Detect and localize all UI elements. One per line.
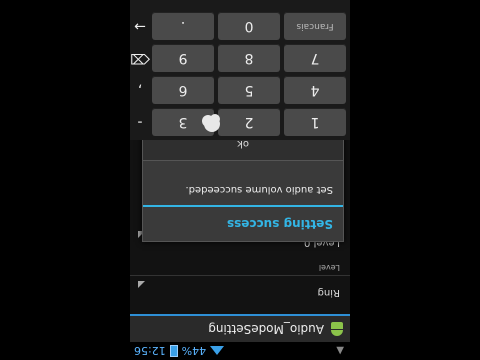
title-bar: Audio_ModeSetting <box>130 314 350 342</box>
backspace-key[interactable]: ⌫ <box>130 44 150 72</box>
section-level: Level <box>318 263 340 272</box>
key-0[interactable]: 0 <box>218 12 280 40</box>
ring-label: Ring <box>317 287 340 298</box>
clock: 12:56 <box>134 344 166 358</box>
android-icon <box>330 322 344 336</box>
success-dialog: Setting success Set audio volume succeed… <box>142 128 344 242</box>
key-comma[interactable]: , <box>130 76 150 104</box>
status-bar: ▲ 44% 12:56 <box>130 342 350 360</box>
enter-key[interactable]: → <box>130 12 150 40</box>
key-4[interactable]: 4 <box>284 76 346 104</box>
app-title: Audio_ModeSetting <box>208 322 324 336</box>
key-minus[interactable]: - <box>130 108 150 136</box>
spinner-indicator <box>138 281 145 288</box>
dialog-message: Set audio volume succeeded. <box>185 184 333 195</box>
key-9[interactable]: 9 <box>152 44 214 72</box>
list-item-ring[interactable]: Ring <box>130 278 350 308</box>
wifi-icon <box>210 346 225 356</box>
touch-cursor-icon <box>204 116 220 132</box>
key-7[interactable]: 7 <box>284 44 346 72</box>
numeric-keyboard: 1 2 3 - 4 5 6 , 7 8 9 ⌫ Francais 0 . → <box>130 0 350 140</box>
android-debug-icon: ▲ <box>336 345 344 357</box>
dialog-title: Setting success <box>226 217 333 231</box>
key-2[interactable]: 2 <box>218 108 280 136</box>
key-period[interactable]: . <box>152 12 214 40</box>
key-8[interactable]: 8 <box>218 44 280 72</box>
battery-icon <box>169 345 178 357</box>
language-key[interactable]: Francais <box>284 12 346 40</box>
key-6[interactable]: 6 <box>152 76 214 104</box>
divider <box>130 275 350 276</box>
battery-percent: 44% <box>181 344 207 358</box>
ok-button[interactable]: ok <box>237 139 249 150</box>
key-5[interactable]: 5 <box>218 76 280 104</box>
dialog-title-divider <box>143 205 343 207</box>
key-1[interactable]: 1 <box>284 108 346 136</box>
device-screen: ▲ 44% 12:56 Audio_ModeSetting Ring Level… <box>130 0 350 360</box>
